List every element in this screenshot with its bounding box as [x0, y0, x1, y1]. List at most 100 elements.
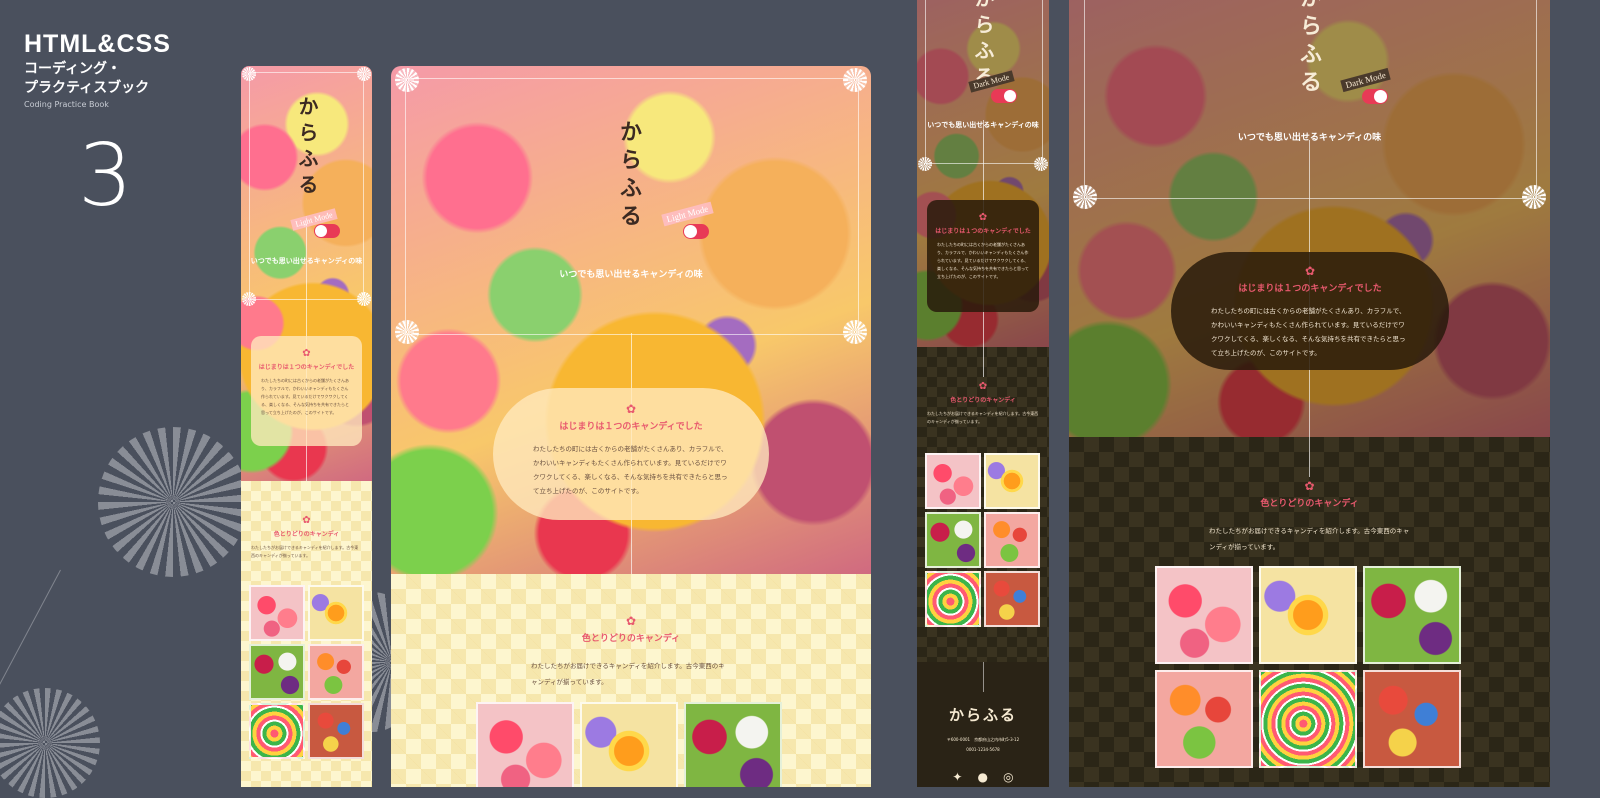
candy-thumb[interactable]	[684, 702, 782, 787]
book-subtitle-line2: プラクティスブック	[24, 80, 150, 96]
intro-title: はじまりは１つのキャンディでした	[935, 228, 1031, 235]
lollipop-decoration-icon	[98, 427, 248, 577]
mode-toggle[interactable]	[683, 224, 709, 239]
candy-thumb[interactable]	[580, 702, 678, 787]
candy-thumb[interactable]	[308, 585, 364, 641]
site-logo: からふる	[295, 96, 319, 200]
footer-center-line	[983, 662, 984, 692]
starburst-icon	[843, 320, 867, 344]
hero-image: からふる Dark Mode いつでも思い出せるキャンディの味 ✿ はじまりは１…	[917, 0, 1049, 347]
book-title: HTML&CSS	[24, 30, 171, 58]
candy-thumb[interactable]	[1363, 670, 1461, 768]
starburst-icon	[395, 320, 419, 344]
instagram-icon[interactable]: ◎	[1003, 770, 1013, 784]
intro-title: はじまりは１つのキャンディでした	[258, 364, 355, 371]
book-subtitle-en: Coding Practice Book	[24, 100, 109, 109]
candy-thumb[interactable]	[249, 703, 305, 759]
candy-thumb[interactable]	[984, 571, 1040, 627]
footer-phone: 0001-1234-5678	[966, 747, 1000, 752]
candy-icon: ✿	[302, 348, 311, 359]
site-tagline: いつでも思い出せるキャンディの味	[927, 121, 1039, 129]
hero-image: からふる Light Mode いつでも思い出せるキャンディの味 ✿ はじまりは…	[241, 66, 372, 481]
colors-section: ✿ 色とりどりのキャンディ わたしたちがお届けできるキャンディを紹介します。古今…	[917, 347, 1049, 662]
book-subtitle: コーディング・ プラクティスブック	[24, 60, 149, 98]
site-footer: からふる 〒600-0001 京都府山之内市町5-3-12 0001-1234-…	[917, 662, 1049, 787]
section-center-line	[1309, 437, 1310, 477]
candy-icon: ✿	[978, 212, 988, 223]
site-logo: からふる	[1296, 0, 1322, 98]
colors-section: ✿ 色とりどりのキャンディ わたしたちがお届けできるキャンディを紹介します。古今…	[391, 574, 871, 787]
mode-toggle[interactable]	[314, 224, 340, 238]
mobile-light-preview: からふる Light Mode いつでも思い出せるキャンディの味 ✿ はじまりは…	[241, 66, 372, 787]
twitter-icon[interactable]: ✦	[952, 770, 962, 784]
site-tagline: いつでも思い出せるキャンディの味	[250, 257, 363, 265]
intro-title: はじまりは１つのキャンディでした	[1238, 284, 1382, 294]
colors-body: わたしたちがお届けできるキャンディを紹介します。古今東西のキャンディが揃っていま…	[251, 545, 359, 558]
colors-title: 色とりどりのキャンディ	[273, 531, 340, 538]
mode-toggle[interactable]	[991, 89, 1017, 103]
intro-card: ✿ はじまりは１つのキャンディでした わたしたちの町には古くからの老舗がたくさん…	[927, 200, 1039, 312]
colors-section: ✿ 色とりどりのキャンディ わたしたちがお届けできるキャンディを紹介します。古今…	[241, 481, 372, 787]
candy-thumb[interactable]	[925, 453, 981, 509]
candy-gallery	[925, 453, 1040, 627]
facebook-icon[interactable]: ●	[978, 770, 988, 784]
starburst-icon	[395, 68, 419, 92]
candy-thumb[interactable]	[249, 585, 305, 641]
candy-icon: ✿	[302, 515, 311, 526]
candy-thumb[interactable]	[476, 702, 574, 787]
intro-card: ✿ はじまりは１つのキャンディでした わたしたちの町には古くからの老舗がたくさん…	[251, 336, 362, 446]
candy-thumb[interactable]	[925, 512, 981, 568]
lollipop-decoration-icon	[0, 688, 100, 798]
candy-gallery	[1155, 566, 1461, 768]
candy-thumb[interactable]	[984, 512, 1040, 568]
candy-thumb[interactable]	[249, 644, 305, 700]
candy-thumb[interactable]	[308, 703, 364, 759]
intro-body: わたしたちの町には古くからの老舗がたくさんあり、カラフルで、かわいいキャンディも…	[533, 445, 728, 495]
candy-thumb[interactable]	[1155, 670, 1253, 768]
candy-icon: ✿	[625, 614, 637, 628]
candy-thumb[interactable]	[984, 453, 1040, 509]
hero-image: からふる Light Mode いつでも思い出せるキャンディの味 ✿ はじまりは…	[391, 66, 871, 574]
colors-title: 色とりどりのキャンディ	[950, 397, 1016, 404]
starburst-icon	[1034, 157, 1048, 171]
candy-icon: ✿	[625, 402, 637, 416]
starburst-icon	[357, 292, 371, 306]
site-logo: からふる	[616, 120, 642, 232]
section-center-line	[983, 347, 984, 377]
mode-toggle[interactable]	[1362, 89, 1388, 104]
starburst-icon	[242, 67, 256, 81]
starburst-icon	[357, 67, 371, 81]
candy-icon: ✿	[978, 381, 988, 392]
candy-thumb[interactable]	[308, 644, 364, 700]
lollipop-stick	[0, 569, 61, 703]
intro-card: ✿ はじまりは１つのキャンディでした わたしたちの町には古くからの老舗がたくさん…	[493, 388, 769, 520]
colors-title: 色とりどりのキャンディ	[1260, 499, 1359, 509]
intro-body: わたしたちの町には古くからの老舗がたくさんあり、カラフルで、かわいいキャンディも…	[1211, 307, 1406, 357]
desktop-light-preview: からふる Light Mode いつでも思い出せるキャンディの味 ✿ はじまりは…	[391, 66, 871, 787]
candy-icon: ✿	[1304, 264, 1316, 278]
colors-body: わたしたちがお届けできるキャンディを紹介します。古今東西のキャンディが揃っていま…	[1209, 527, 1410, 551]
intro-body: わたしたちの町には古くからの老舗がたくさんあり、カラフルで、かわいいキャンディも…	[937, 242, 1029, 279]
social-links: ✦ ● ◎	[917, 766, 1049, 785]
starburst-icon	[918, 157, 932, 171]
colors-section: ✿ 色とりどりのキャンディ わたしたちがお届けできるキャンディを紹介します。古今…	[1069, 437, 1550, 787]
intro-title: はじまりは１つのキャンディでした	[559, 422, 703, 432]
book-number: 3	[78, 126, 133, 226]
candy-gallery	[476, 702, 782, 787]
candy-icon: ✿	[1304, 479, 1315, 493]
starburst-icon	[1073, 185, 1097, 209]
candy-thumb[interactable]	[925, 571, 981, 627]
candy-thumb[interactable]	[1259, 670, 1357, 768]
starburst-icon	[242, 292, 256, 306]
candy-thumb[interactable]	[1259, 566, 1357, 664]
colors-body: わたしたちがお届けできるキャンディを紹介します。古今東西のキャンディが揃っていま…	[927, 411, 1039, 424]
desktop-dark-preview: からふる Dark Mode いつでも思い出せるキャンディの味 ✿ はじまりは１…	[1069, 0, 1550, 787]
footer-logo: からふる	[948, 706, 1017, 724]
candy-gallery	[249, 585, 364, 759]
book-subtitle-line1: コーディング・	[24, 61, 122, 77]
candy-thumb[interactable]	[1363, 566, 1461, 664]
footer-address: 〒600-0001 京都府山之内市町5-3-12	[946, 737, 1020, 742]
mobile-dark-preview: からふる Dark Mode いつでも思い出せるキャンディの味 ✿ はじまりは１…	[917, 0, 1049, 787]
candy-thumb[interactable]	[1155, 566, 1253, 664]
site-tagline: いつでも思い出せるキャンディの味	[1237, 133, 1382, 143]
